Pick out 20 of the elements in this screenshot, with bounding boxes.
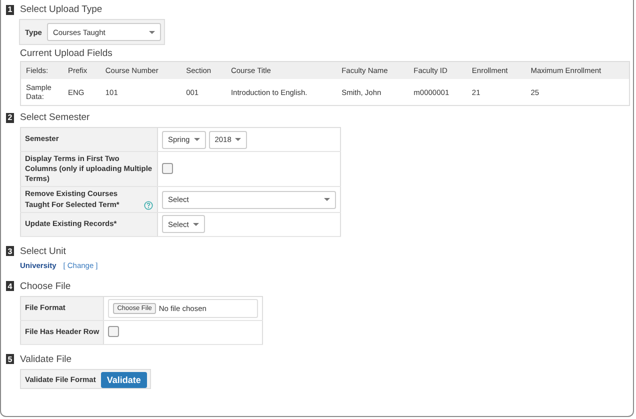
section-title: Select Semester [20,112,90,123]
section-title: Validate File [20,354,72,365]
checkbox[interactable] [162,162,173,174]
caret-icon [324,198,330,201]
subheading: Current Upload Fields [20,48,114,59]
checkbox[interactable] [108,326,120,337]
caret-icon [235,138,242,141]
help-icon[interactable] [144,200,153,210]
step-number: 5 [6,354,14,364]
caret-icon [194,138,200,141]
step-number: 4 [6,281,14,292]
validate-button[interactable]: Validate [100,372,147,388]
caret-icon [148,30,155,34]
section-title: Select Upload Type [20,4,102,15]
section-title: Select Unit [20,246,66,257]
section-title: Choose File [20,280,71,292]
step-number: 3 [6,246,14,256]
step-number: 2 [6,112,14,122]
step-number: 1 [6,4,14,14]
caret-icon [192,222,199,226]
